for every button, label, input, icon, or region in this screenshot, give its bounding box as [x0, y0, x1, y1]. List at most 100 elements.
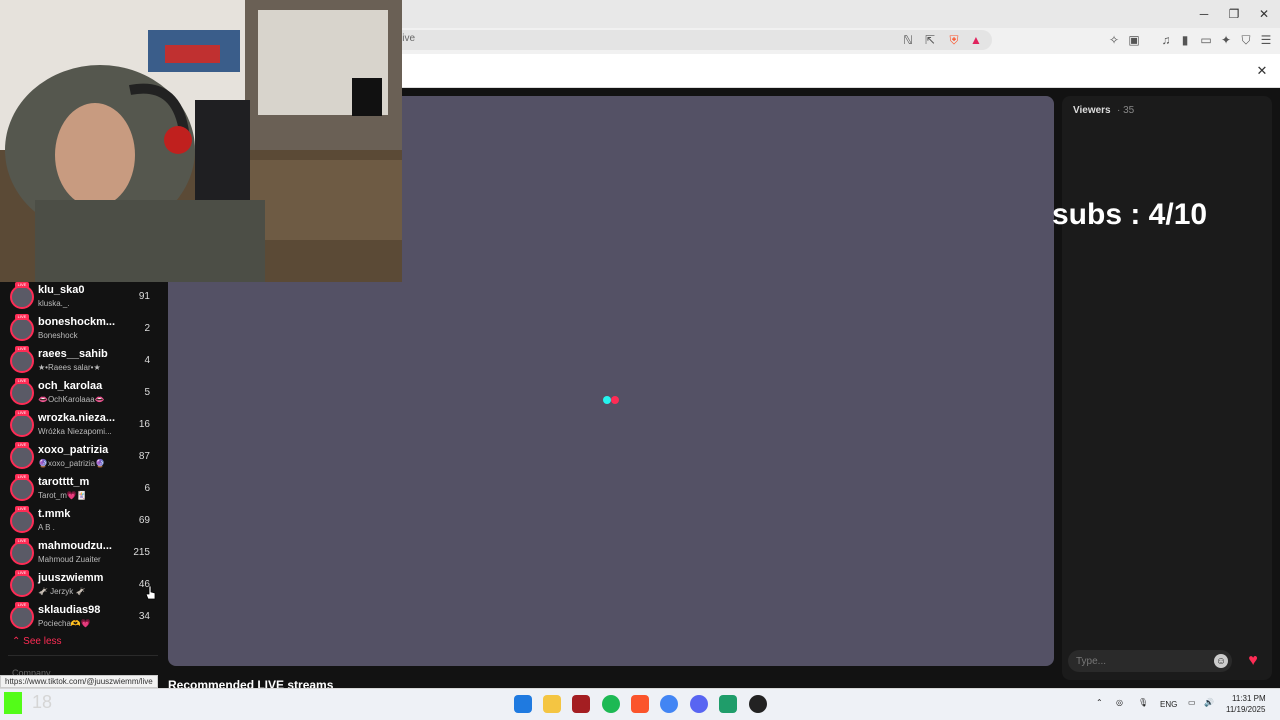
- streamer-username: juuszwiemm: [38, 572, 104, 584]
- live-badge: LIVE: [15, 602, 29, 608]
- streamer-username: sklaudias98: [38, 604, 101, 616]
- clock-date[interactable]: 11/19/2025: [1226, 705, 1265, 714]
- live-badge: LIVE: [15, 410, 29, 416]
- hand-cursor-icon: [146, 586, 156, 600]
- viewer-count: 91: [138, 291, 150, 302]
- streamer-username: boneshockm...: [38, 316, 116, 328]
- spotify-icon[interactable]: [602, 695, 620, 713]
- close-window-button[interactable]: ✕: [1254, 6, 1274, 22]
- chat-panel: [1062, 96, 1272, 680]
- sidebar-divider: [8, 655, 158, 656]
- share-icon[interactable]: ⇱: [922, 32, 938, 48]
- brave-rewards-icon[interactable]: ▲: [968, 32, 984, 48]
- avatar: [10, 541, 34, 565]
- viewer-count: 215: [133, 547, 150, 558]
- avatar: [10, 445, 34, 469]
- windows-start-icon[interactable]: [514, 695, 532, 713]
- language-indicator[interactable]: ENG: [1160, 700, 1177, 709]
- extensions-icon[interactable]: ✧: [1106, 32, 1122, 48]
- subs-goal-overlay: subs : 4/10: [1052, 198, 1208, 231]
- live-badge: LIVE: [15, 282, 29, 288]
- streamer-row[interactable]: LIVE klu_ska0 kluska._. 91: [0, 282, 160, 314]
- avatar: [10, 477, 34, 501]
- obs-icon[interactable]: [749, 695, 767, 713]
- volume-icon[interactable]: 🔊: [1204, 698, 1214, 707]
- streamer-nickname: Boneshock: [38, 331, 78, 340]
- tab-icon[interactable]: ▣: [1126, 32, 1142, 48]
- streamer-row[interactable]: LIVE t.mmk A B . 69: [0, 506, 160, 538]
- streamer-row[interactable]: LIVE boneshockm... Boneshock 2: [0, 314, 160, 346]
- streamer-username: t.mmk: [38, 508, 71, 520]
- streamer-username: wrozka.nieza...: [38, 412, 116, 424]
- wifi-icon[interactable]: ▭: [1188, 698, 1196, 707]
- reader-mode-icon[interactable]: ℕ: [900, 32, 916, 48]
- discord-icon[interactable]: [690, 695, 708, 713]
- wallet-icon[interactable]: ▭: [1198, 32, 1214, 48]
- webcam-overlay: [0, 0, 402, 282]
- clock-time[interactable]: 11:31 PM: [1232, 694, 1266, 703]
- streamer-username: raees__sahib: [38, 348, 108, 360]
- avatar: [10, 317, 34, 341]
- avatar: [10, 285, 34, 309]
- menu-icon[interactable]: ☰: [1258, 32, 1274, 48]
- streamer-nickname: 🔮xoxo_patrizia🔮: [38, 459, 106, 468]
- minimize-button[interactable]: ─: [1194, 6, 1214, 22]
- viewer-count: 5: [144, 387, 150, 398]
- heart-icon[interactable]: ♥: [1242, 651, 1264, 671]
- viewer-count: 4: [144, 355, 150, 366]
- streamer-row[interactable]: LIVE sklaudias98 Pociecha🫶💗 34: [0, 602, 160, 634]
- streamer-row[interactable]: LIVE xoxo_patrizia 🔮xoxo_patrizia🔮 87: [0, 442, 160, 474]
- streamer-list: LIVE klu_ska0 kluska._. 91 LIVE boneshoc…: [0, 282, 160, 634]
- brave-shield-icon[interactable]: ⛨: [946, 32, 962, 48]
- streamer-row[interactable]: LIVE mahmoudzu... Mahmoud Zuaiter 215: [0, 538, 160, 570]
- loading-spinner-pink: [611, 396, 619, 404]
- see-less-link[interactable]: ⌃ See less: [12, 636, 62, 647]
- live-badge: LIVE: [15, 474, 29, 480]
- streamer-row[interactable]: LIVE tarotttt_m Tarot_m💗🃏 6: [0, 474, 160, 506]
- chrome-icon[interactable]: [660, 695, 678, 713]
- streamer-username: mahmoudzu...: [38, 540, 112, 552]
- live-badge: LIVE: [15, 442, 29, 448]
- viewers-count: · 35: [1117, 105, 1135, 116]
- avatar: [10, 573, 34, 597]
- streamer-nickname: 🫏 Jerzyk 🫏: [38, 587, 86, 596]
- file-explorer-icon[interactable]: [543, 695, 561, 713]
- streamer-nickname: Pociecha🫶💗: [38, 619, 91, 628]
- live-badge: LIVE: [15, 538, 29, 544]
- media-icon[interactable]: ♫: [1158, 32, 1174, 48]
- streamer-row[interactable]: LIVE raees__sahib ★•Raees salar•★ 4: [0, 346, 160, 378]
- live-badge: LIVE: [15, 506, 29, 512]
- microphone-icon[interactable]: 🎙: [1138, 698, 1148, 707]
- brave-browser-icon[interactable]: [631, 695, 649, 713]
- vpn-icon[interactable]: ⛉: [1238, 32, 1254, 48]
- leo-ai-icon[interactable]: ✦: [1218, 32, 1234, 48]
- streamer-nickname: kluska._.: [38, 299, 70, 308]
- chevron-up-icon: ⌃: [12, 636, 21, 647]
- viewer-count: 34: [138, 611, 150, 622]
- avatar: [10, 509, 34, 533]
- kick-logo-icon: [4, 692, 22, 714]
- tray-overflow-icon[interactable]: ⌃: [1096, 698, 1103, 707]
- viewers-tab[interactable]: Viewers: [1073, 105, 1111, 116]
- app-icon-2[interactable]: [719, 695, 737, 713]
- streamer-username: xoxo_patrizia: [38, 444, 109, 456]
- url-text[interactable]: live: [400, 33, 415, 44]
- emoji-icon[interactable]: ☺: [1214, 654, 1228, 668]
- streamer-nickname: Mahmoud Zuaiter: [38, 555, 101, 564]
- streamer-row[interactable]: LIVE och_karolaa 👄OchKarolaaa👄 5: [0, 378, 160, 410]
- streamer-row[interactable]: LIVE juuszwiemm 🫏 Jerzyk 🫏 46: [0, 570, 160, 602]
- live-badge: LIVE: [15, 378, 29, 384]
- banner-close-icon[interactable]: ✕: [1254, 63, 1270, 79]
- app-icon[interactable]: [572, 695, 590, 713]
- viewer-count: 6: [144, 483, 150, 494]
- avatar: [10, 381, 34, 405]
- streamer-row[interactable]: LIVE wrozka.nieza... Wróżka Niezapomi...…: [0, 410, 160, 442]
- streamer-username: klu_ska0: [38, 284, 85, 296]
- sidebar-toggle-icon[interactable]: ▮: [1177, 32, 1193, 48]
- avatar: [10, 413, 34, 437]
- restore-button[interactable]: ❐: [1224, 6, 1244, 22]
- streamer-nickname: ★•Raees salar•★: [38, 363, 101, 372]
- link-status-tooltip: https://www.tiktok.com/@juuszwiemm/live: [0, 675, 158, 688]
- network-icon[interactable]: ◎: [1116, 698, 1123, 707]
- viewer-count: 16: [138, 419, 150, 430]
